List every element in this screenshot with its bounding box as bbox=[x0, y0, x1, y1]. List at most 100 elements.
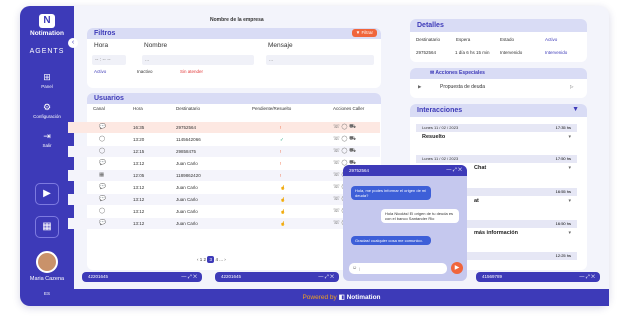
row-destinatario: 1145642066 bbox=[176, 137, 201, 142]
logout-icon: ⇥ bbox=[43, 131, 51, 141]
caller-actions-icons[interactable]: ☏ ◯ ⛟ bbox=[333, 146, 356, 157]
table-row[interactable]: ▦ 12:05 1189862420 ! ☏ ◯ ⛟ bbox=[68, 170, 380, 181]
send-icon[interactable]: ▷ bbox=[570, 84, 573, 90]
minimized-chat-bar[interactable]: 42201645 — ⤢ ✕ bbox=[82, 272, 202, 282]
chevron-down-icon[interactable]: ▾ bbox=[568, 198, 571, 204]
details-title: Detalles bbox=[410, 19, 587, 32]
row-destinatario: 1189862420 bbox=[176, 173, 201, 178]
special-actions-title: ✉ Acciones Especiales bbox=[410, 68, 587, 79]
chevron-down-icon[interactable]: ▾ bbox=[568, 134, 571, 140]
language-selector[interactable]: ES bbox=[20, 291, 74, 296]
status-inactivo[interactable]: Inactivo bbox=[137, 69, 153, 74]
powered-by-text: Powered by bbox=[302, 294, 337, 301]
chevron-down-icon[interactable]: ▾ bbox=[568, 165, 571, 171]
nombre-input[interactable]: ... bbox=[142, 55, 254, 65]
special-action-item[interactable]: Propuesta de deuda bbox=[440, 84, 485, 90]
sidebar-item-panel[interactable]: ⊞ Panel bbox=[20, 72, 74, 89]
status-activo[interactable]: Activo bbox=[94, 69, 106, 74]
row-hora: 13:12 bbox=[133, 185, 145, 190]
interaction-title: Chat bbox=[474, 165, 487, 171]
table-row[interactable]: ◯ 13:12 Juan Carlo ☝ ☏ ◯ ⛟ bbox=[68, 206, 380, 217]
table-row[interactable]: 💬 13:12 Juan Carlo ☝ ☏ ◯ ⛟ bbox=[68, 182, 380, 193]
play-store-button[interactable]: ▶ bbox=[35, 183, 59, 205]
table-row[interactable]: ◯ 13:20 1145642066 ✓ ☏ ◯ ⛟ bbox=[68, 134, 380, 145]
row-destinatario: Juan Carlo bbox=[176, 197, 198, 202]
pending-icon: ! bbox=[280, 149, 282, 154]
row-hora: 13:12 bbox=[133, 197, 145, 202]
intervened-hand-icon: ☝ bbox=[280, 221, 286, 226]
chat-input[interactable]: | bbox=[349, 263, 447, 274]
window-controls-icon[interactable]: — ⤢ ✕ bbox=[181, 272, 197, 282]
filter-button[interactable]: ▼ Filtrar bbox=[351, 29, 377, 37]
footer-brand: ◧ Notimation bbox=[339, 294, 381, 301]
row-destinatario: Juan Carlo bbox=[176, 161, 198, 166]
sms-icon: 💬 bbox=[99, 220, 106, 226]
emoji-icon[interactable]: ☺ bbox=[352, 265, 357, 271]
send-button[interactable]: ▶ bbox=[451, 262, 463, 274]
column-header-estado: Pendiente/Resuelto bbox=[252, 106, 292, 111]
chat-bar-label: 42201645 bbox=[88, 274, 109, 279]
sidebar-item-salir[interactable]: ⇥ Salir bbox=[20, 131, 74, 148]
collapse-sidebar-icon[interactable]: ‹ bbox=[68, 38, 78, 48]
sidebar-item-label: Panel bbox=[41, 84, 53, 89]
caller-actions-icons[interactable]: ☏ ◯ ⛟ bbox=[333, 122, 356, 133]
row-hora: 12:15 bbox=[133, 149, 145, 154]
play-icon: ▶ bbox=[43, 188, 51, 199]
intervened-hand-icon: ☝ bbox=[280, 209, 286, 214]
row-hora: 16:35 bbox=[133, 125, 145, 130]
users-title: Usuarios bbox=[87, 93, 381, 104]
chat-message-incoming: Hola, me podes informar el origen de mi … bbox=[351, 186, 431, 200]
play-icon: ▶ bbox=[418, 84, 422, 89]
interaction-title: más información bbox=[474, 230, 519, 236]
chat-message-incoming: Gracias! cualquier cosa me comunico. bbox=[351, 236, 431, 245]
column-header-acciones: Acciones Caller bbox=[333, 106, 365, 111]
chat-bar-label: 42201645 bbox=[221, 274, 242, 279]
module-name: AGENTS bbox=[29, 48, 65, 55]
interaction-date: Lunes 11 / 02 / 2023 bbox=[416, 155, 577, 163]
minimized-chat-bar[interactable]: 42201645 — ⤢ ✕ bbox=[215, 272, 339, 282]
window-controls-icon[interactable]: — ⤢ ✕ bbox=[446, 165, 462, 176]
chat-window: 29752564 — ⤢ ✕ Hola, me podes informar e… bbox=[343, 165, 467, 281]
sidebar-item-configuracion[interactable]: ⚙ Configuración bbox=[20, 102, 74, 119]
table-row[interactable]: 💬 13:12 Juan Carlo ☝ ☏ ◯ ⛟ bbox=[68, 194, 380, 205]
interaction-item[interactable]: Lunes 11 / 02 / 2023 17:35 hs Resuelto ▾ bbox=[416, 124, 577, 144]
special-actions-title-text: Acciones Especiales bbox=[435, 70, 485, 76]
sms-icon: 💬 bbox=[99, 124, 106, 130]
status-sin-atender[interactable]: Sin atender bbox=[180, 69, 203, 74]
chevron-down-icon[interactable]: ▾ bbox=[568, 230, 571, 236]
details-header-activo: Activo bbox=[545, 37, 558, 42]
filter-icon[interactable]: ▼ bbox=[572, 106, 579, 113]
table-row[interactable]: 💬 13:12 Juan Carlo ☝ ☏ ◯ ⛟ bbox=[68, 218, 380, 229]
interaction-time: 12:25 hs bbox=[555, 253, 571, 258]
table-row[interactable]: 💬 16:35 29752564 ! ☏ ◯ ⛟ bbox=[68, 122, 380, 133]
sms-icon: 💬 bbox=[99, 184, 106, 190]
table-row[interactable]: ◯ 12:15 29858475 ! ☏ ◯ ⛟ bbox=[68, 146, 380, 157]
caller-actions-icons[interactable]: ☏ ◯ ⛟ bbox=[333, 134, 356, 145]
chat-bar-label: 41569789 bbox=[482, 274, 503, 279]
hora-input[interactable]: -- : -- -- bbox=[92, 55, 126, 65]
interaction-title: at bbox=[474, 198, 479, 204]
pager-prev[interactable]: ‹ 1 2 bbox=[197, 257, 206, 262]
resolved-check-icon: ✓ bbox=[280, 137, 284, 142]
pagination: ‹ 1 2 3 4 ... › bbox=[197, 256, 226, 263]
interaction-date: Lunes 11 / 02 / 2023 bbox=[416, 124, 577, 132]
pager-next[interactable]: 4 ... › bbox=[216, 257, 226, 262]
row-destinatario: 29752564 bbox=[176, 125, 197, 130]
row-hora: 13:12 bbox=[133, 221, 145, 226]
window-controls-icon[interactable]: — ⤢ ✕ bbox=[318, 272, 334, 282]
details-header-estado: Estado bbox=[500, 37, 515, 42]
minimized-chat-bar[interactable]: 41569789 — ⤢ ✕ bbox=[476, 272, 600, 282]
footer-brand-name: Notimation bbox=[346, 294, 381, 301]
pending-icon: ! bbox=[280, 161, 282, 166]
company-name: Nombre de la empresa bbox=[210, 17, 264, 23]
avatar[interactable] bbox=[36, 251, 58, 273]
chat-title: 29752564 bbox=[349, 168, 370, 173]
window-controls-icon[interactable]: — ⤢ ✕ bbox=[579, 272, 595, 282]
table-row[interactable]: 💬 13:12 Juan Carlo ! ☏ ◯ ⛟ bbox=[68, 158, 380, 169]
pending-icon: ! bbox=[280, 173, 282, 178]
details-header-espera: Espera bbox=[456, 37, 471, 42]
qr-code-button[interactable]: ▦ bbox=[35, 216, 59, 238]
pager-current[interactable]: 3 bbox=[207, 256, 215, 263]
mensaje-input[interactable]: ... bbox=[266, 55, 374, 65]
brand-name: Notimation bbox=[30, 30, 64, 37]
